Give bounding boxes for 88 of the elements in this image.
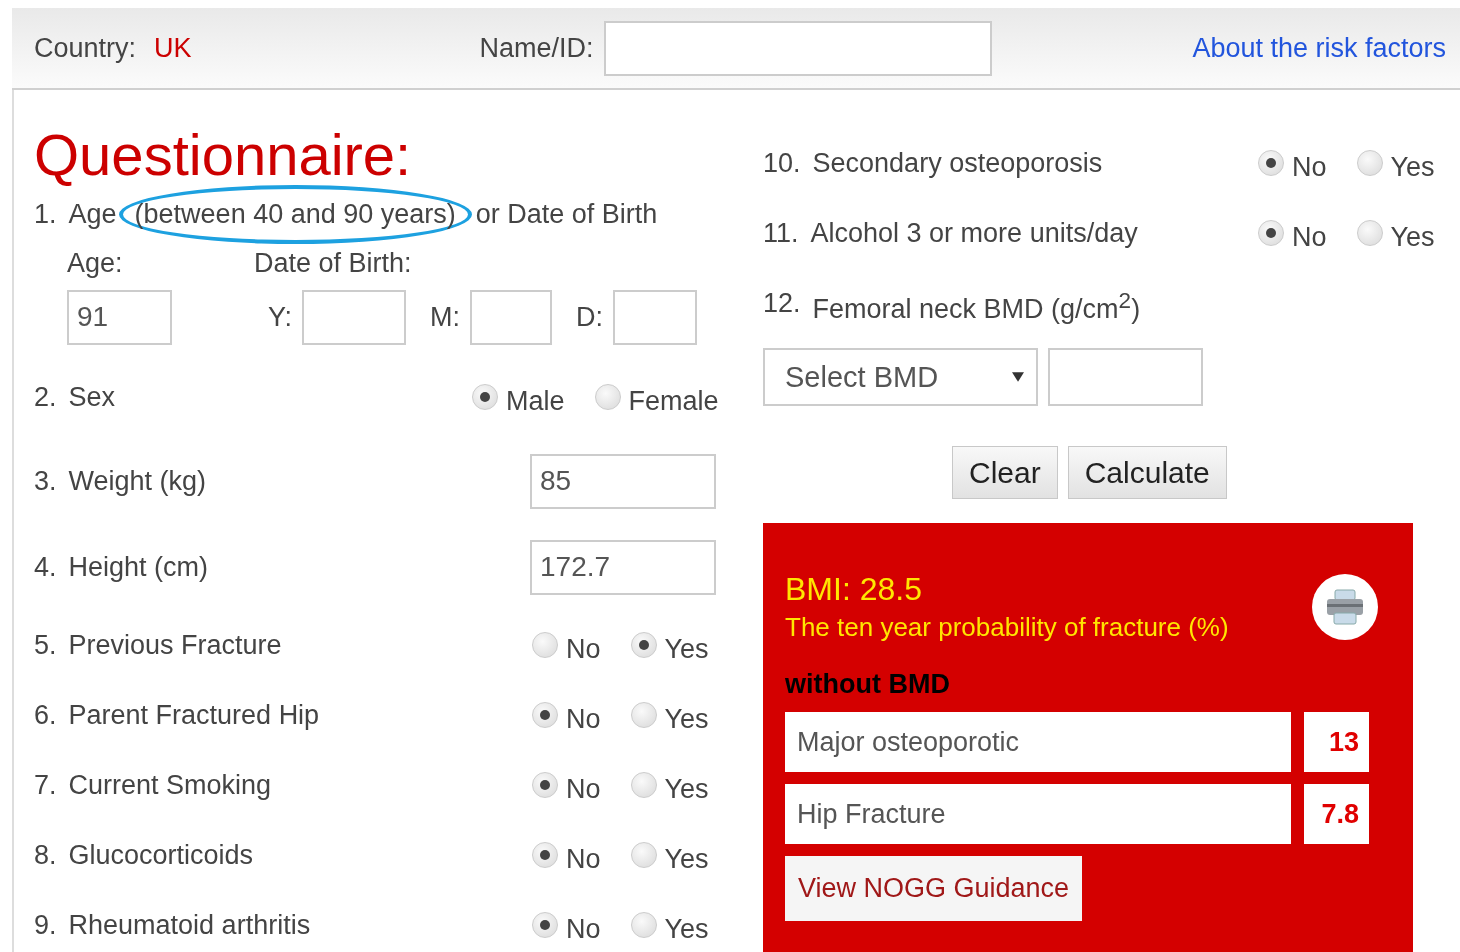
question-number: 2. bbox=[34, 381, 57, 413]
option-label: Female bbox=[628, 385, 719, 417]
option-label: Male bbox=[506, 385, 565, 417]
radio-button[interactable] bbox=[532, 842, 558, 868]
question-number: 9. bbox=[34, 909, 57, 941]
question-label: Secondary osteoporosis bbox=[812, 147, 1103, 179]
option-label: Yes bbox=[664, 843, 709, 875]
guidance-button[interactable]: View NOGG Guidance bbox=[785, 856, 1083, 921]
radio-button[interactable] bbox=[630, 912, 657, 938]
question-number: 11. bbox=[763, 217, 799, 249]
radio-button[interactable] bbox=[630, 772, 657, 798]
date-part-field[interactable] bbox=[613, 289, 698, 345]
question-label: Parent Fractured Hip bbox=[68, 699, 320, 731]
option-label: Yes bbox=[1390, 151, 1435, 183]
question-label: Glucocorticoids bbox=[68, 839, 254, 871]
question-number: 4. bbox=[34, 551, 57, 583]
option-label: No bbox=[1292, 151, 1327, 183]
option-label: No bbox=[566, 913, 601, 945]
date-part-label: Y: bbox=[268, 301, 293, 333]
section-heading: without BMD bbox=[785, 669, 951, 700]
question-label: Age bbox=[68, 198, 117, 230]
question-label: Femoral neck BMD (g/cm$^{2}$) bbox=[812, 287, 1141, 325]
option-label: No bbox=[566, 773, 601, 805]
bmd-select[interactable]: Select BMD bbox=[763, 348, 1038, 406]
radio-button[interactable] bbox=[630, 702, 657, 728]
option-label: No bbox=[1292, 221, 1327, 253]
number-field[interactable]: 172.7 bbox=[530, 539, 716, 595]
bmi-value: BMI: 28.5 bbox=[785, 571, 923, 608]
radio-button[interactable] bbox=[1258, 220, 1284, 246]
country-value[interactable]: UK bbox=[154, 32, 192, 64]
radio-button[interactable] bbox=[532, 632, 558, 658]
date-part-label: D: bbox=[576, 301, 604, 333]
question-label: or Date of Birth bbox=[475, 198, 658, 230]
question-number: 8. bbox=[34, 839, 57, 871]
printer-icon[interactable] bbox=[1311, 573, 1379, 641]
date-part-field[interactable] bbox=[302, 289, 407, 345]
question-label: Alcohol 3 or more units/day bbox=[810, 217, 1138, 249]
bmd-field[interactable] bbox=[1048, 348, 1203, 406]
option-label: No bbox=[566, 633, 601, 665]
date-part-field[interactable] bbox=[470, 289, 553, 345]
radio-button[interactable] bbox=[532, 702, 558, 728]
option-label: Yes bbox=[664, 913, 709, 945]
question-number: 6. bbox=[34, 699, 57, 731]
question-number: 12. bbox=[763, 287, 801, 319]
name-id-label: Name/ID: bbox=[479, 32, 594, 64]
risk-factors-link[interactable]: About the risk factors bbox=[1192, 32, 1446, 64]
radio-button[interactable] bbox=[1258, 150, 1284, 176]
question-number: 10. bbox=[763, 147, 801, 179]
option-label: No bbox=[566, 843, 601, 875]
question-label: Current Smoking bbox=[68, 769, 272, 801]
radio-button[interactable] bbox=[630, 842, 657, 868]
option-label: Yes bbox=[664, 703, 709, 735]
caret-icon bbox=[1012, 371, 1024, 383]
clear-button[interactable]: Clear bbox=[952, 446, 1058, 499]
radio-button[interactable] bbox=[532, 912, 558, 938]
result-value: 7.8 bbox=[1304, 784, 1369, 844]
question-label: Sex bbox=[68, 381, 116, 413]
question-label: Previous Fracture bbox=[68, 629, 282, 661]
date-part-label: M: bbox=[430, 301, 461, 333]
age-field[interactable]: 91 bbox=[67, 289, 172, 345]
question-label: Weight (kg) bbox=[68, 465, 207, 497]
option-label: Yes bbox=[664, 773, 709, 805]
question-number: 3. bbox=[34, 465, 57, 497]
option-label: Yes bbox=[664, 633, 709, 665]
radio-button[interactable] bbox=[1356, 150, 1383, 176]
name-id-field[interactable] bbox=[603, 20, 992, 76]
result-value: 13 bbox=[1304, 712, 1369, 772]
date-of-birth-label: Date of Birth: bbox=[254, 247, 412, 279]
calculate-button[interactable]: Calculate bbox=[1067, 446, 1227, 499]
question-label: Rheumatoid arthritis bbox=[68, 909, 311, 941]
radio-button[interactable] bbox=[594, 384, 621, 410]
question-label: Height (cm) bbox=[68, 551, 209, 583]
question-number: 5. bbox=[34, 629, 57, 661]
number-field[interactable]: 85 bbox=[530, 453, 716, 509]
circled-text: (between 40 and 90 years) bbox=[118, 184, 472, 244]
radio-button[interactable] bbox=[532, 772, 558, 798]
result-label: Hip Fracture bbox=[785, 784, 1291, 844]
option-label: No bbox=[566, 703, 601, 735]
age-label: Age: bbox=[67, 247, 124, 279]
option-label: Yes bbox=[1390, 221, 1435, 253]
radio-button[interactable] bbox=[472, 384, 498, 410]
country-label: Country: bbox=[34, 32, 137, 64]
radio-button[interactable] bbox=[1356, 220, 1383, 246]
radio-button[interactable] bbox=[630, 632, 657, 658]
question-number: 1. bbox=[34, 198, 57, 230]
result-label: Major osteoporotic bbox=[785, 712, 1291, 772]
probability-heading: The ten year probability of fracture (%) bbox=[785, 612, 1229, 643]
question-number: 7. bbox=[34, 769, 57, 801]
